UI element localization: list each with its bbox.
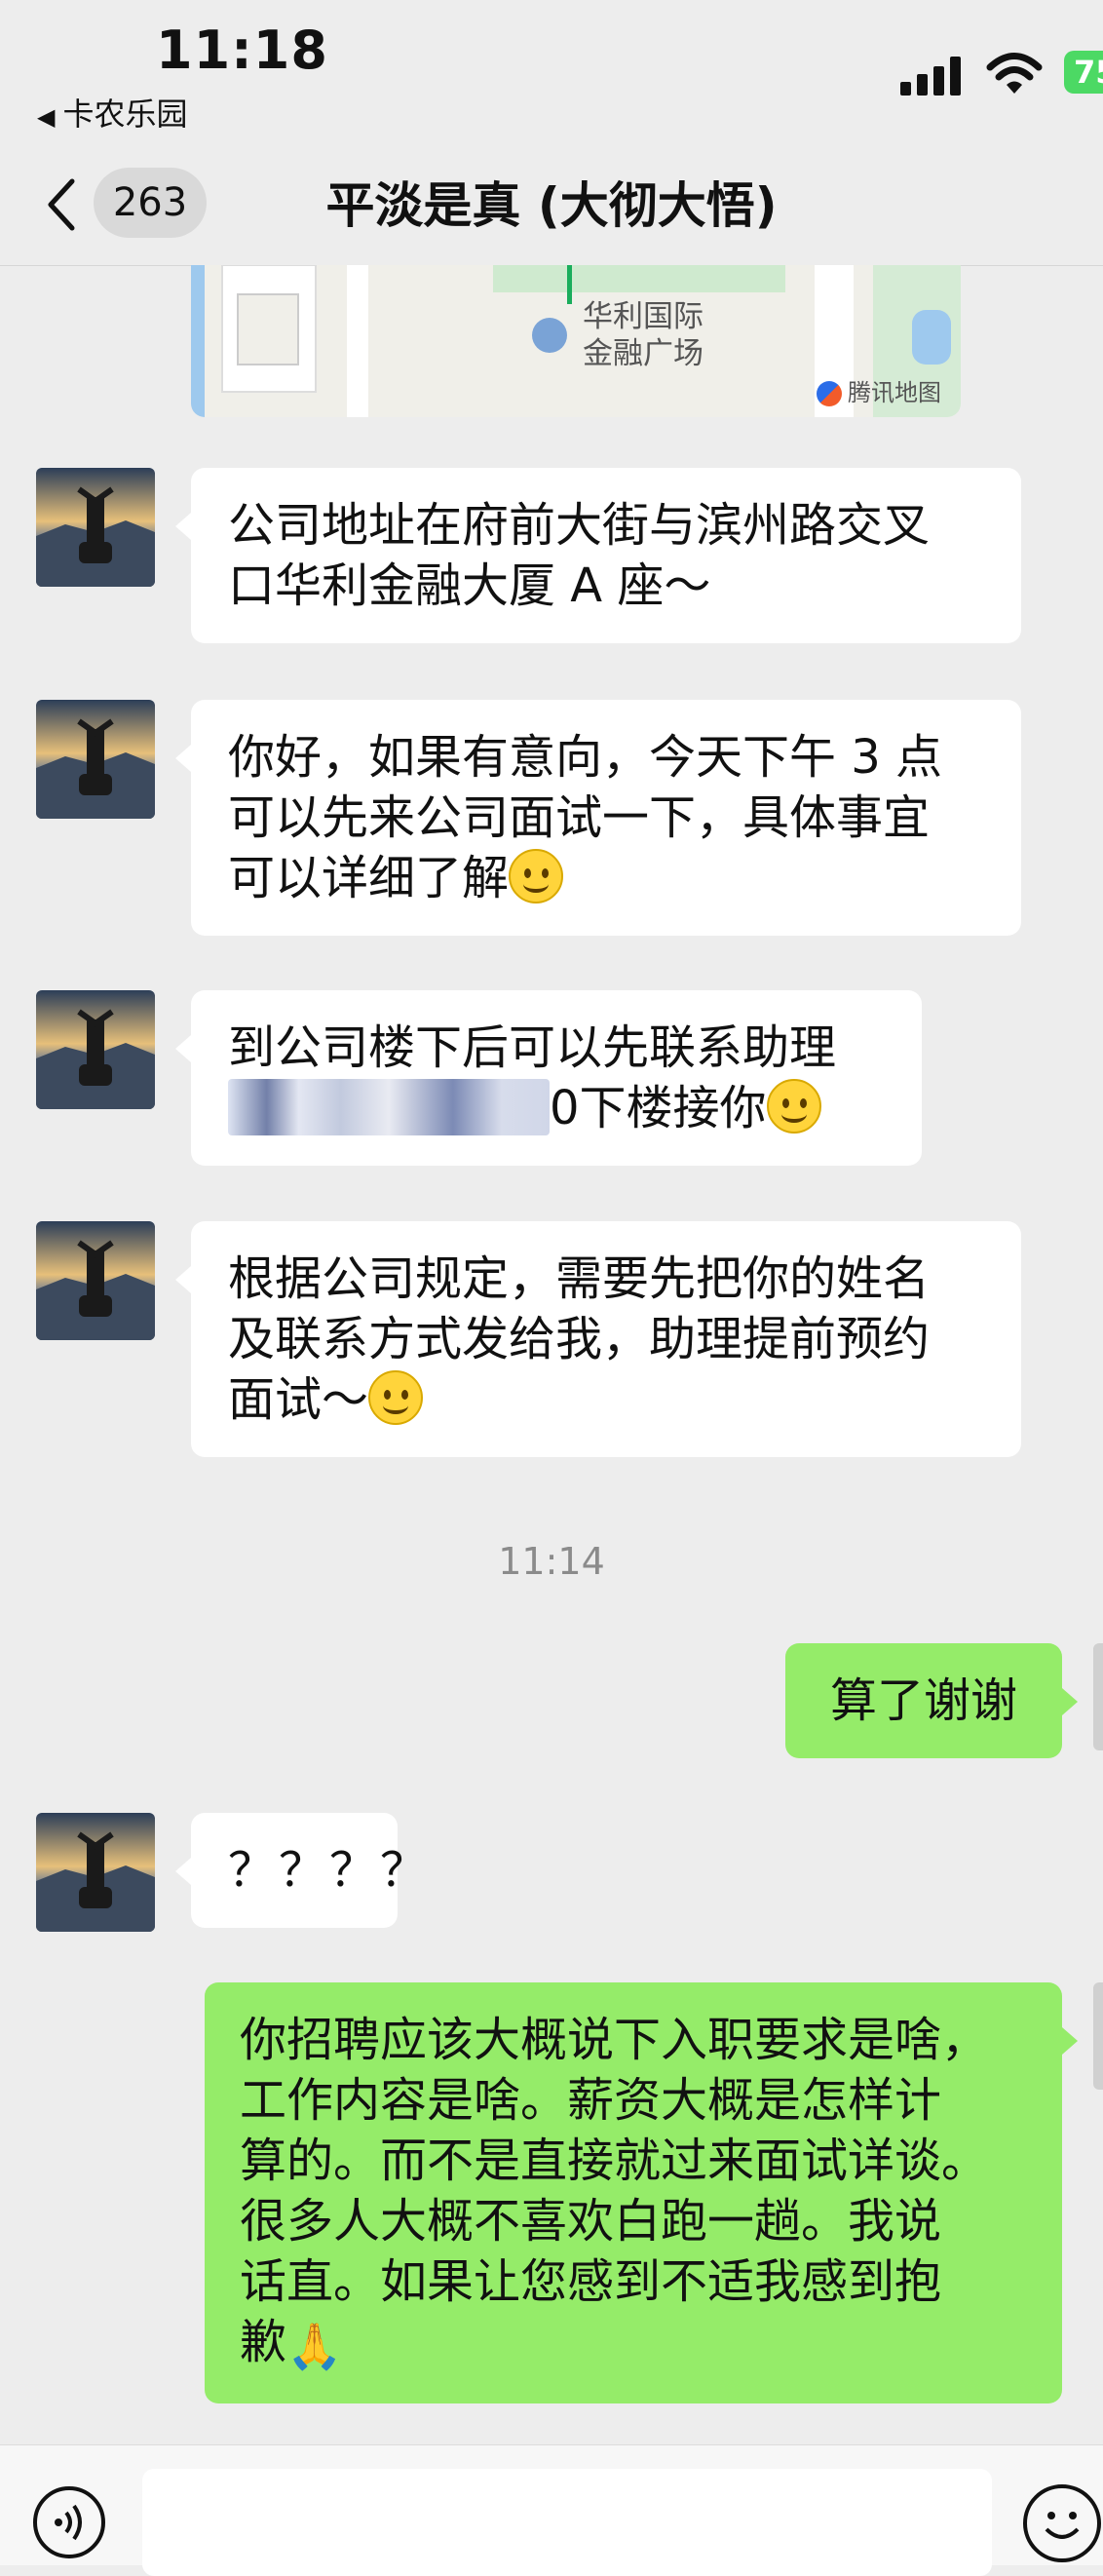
back-chevron-icon[interactable]	[43, 175, 82, 234]
status-time: 11:18	[156, 19, 328, 81]
message-bubble-outgoing[interactable]: 算了谢谢	[785, 1643, 1062, 1758]
message-bubble-incoming[interactable]: 你好，如果有意向，今天下午 3 点可以先来公司面试一下，具体事宜 可以详细了解	[191, 700, 1021, 936]
voice-icon[interactable]	[33, 2486, 105, 2558]
emoji-icon[interactable]	[1023, 2484, 1101, 2562]
location-map-card[interactable]: 华利国际 金融广场 腾讯地图	[191, 265, 961, 417]
contact-avatar[interactable]	[36, 700, 155, 819]
folded-hands-emoji-icon: 🙏	[286, 2320, 343, 2372]
smile-emoji-icon	[509, 849, 564, 904]
map-provider-logo: 腾讯地图	[817, 373, 941, 407]
message-bubble-incoming[interactable]: 根据公司规定，需要先把你的姓名 及联系方式发给我，助理提前预约 面试～	[191, 1221, 1021, 1457]
bubble-tail	[175, 1266, 191, 1293]
message-bubble-incoming[interactable]: 到公司楼下后可以先联系助理 0下楼接你	[191, 990, 922, 1166]
message-timestamp: 11:14	[498, 1540, 605, 1583]
contact-avatar[interactable]	[36, 1221, 155, 1340]
status-bar: 11:18 ◀卡农乐园 75	[0, 0, 1103, 146]
wifi-icon	[986, 53, 1043, 94]
message-bubble-incoming[interactable]: ？？？？	[191, 1813, 427, 1928]
input-bar	[0, 2444, 1103, 2576]
my-avatar-edge	[1093, 1982, 1103, 2090]
message-bubble-incoming[interactable]: 公司地址在府前大街与滨州路交叉 口华利金融大厦 A 座～	[191, 468, 1021, 643]
bubble-tail	[175, 1035, 191, 1062]
bubble-tail	[175, 1858, 191, 1885]
cellular-signal-icon	[900, 53, 967, 96]
bubble-tail	[175, 745, 191, 772]
unread-count-badge[interactable]: 263	[94, 168, 207, 238]
bubble-tail	[175, 513, 191, 540]
tencent-map-icon	[817, 381, 842, 406]
smile-emoji-icon	[368, 1370, 424, 1425]
back-to-app-link[interactable]: ◀ 卡农乐园	[37, 90, 187, 135]
smile-emoji-icon	[766, 1079, 821, 1134]
redacted-phone-number	[228, 1079, 550, 1135]
message-bubble-outgoing[interactable]: 你招聘应该大概说下入职要求是啥， 工作内容是啥。薪资大概是怎样计 算的。而不是直接就…	[205, 1982, 1062, 2403]
my-avatar-edge	[1093, 1643, 1103, 1750]
contact-avatar[interactable]	[36, 468, 155, 587]
contact-avatar[interactable]	[36, 1813, 155, 1932]
map-place-label: 华利国际 金融广场	[583, 299, 704, 371]
contact-avatar[interactable]	[36, 990, 155, 1109]
bubble-tail	[1062, 1688, 1078, 1715]
battery-indicator: 75	[1064, 51, 1103, 94]
message-input[interactable]	[142, 2469, 992, 2576]
back-triangle-icon: ◀	[37, 103, 56, 131]
bubble-tail	[1062, 2027, 1078, 2055]
chat-header: 平淡是真 (大彻大悟) 263	[0, 146, 1103, 266]
back-app-label: 卡农乐园	[62, 96, 188, 133]
